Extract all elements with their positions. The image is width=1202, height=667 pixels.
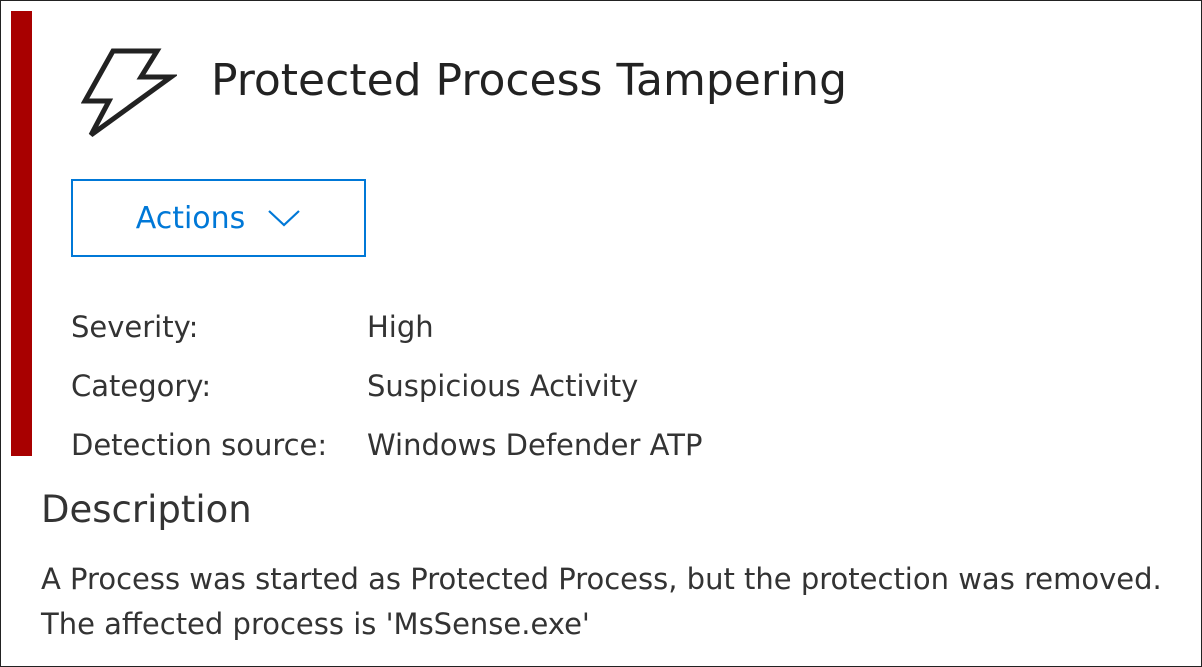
property-label: Severity:	[71, 309, 199, 344]
alert-properties: Severity: High Category: Suspicious Acti…	[71, 297, 702, 474]
lightning-bolt-icon	[81, 48, 177, 138]
property-row-detection-source: Detection source: Windows Defender ATP	[71, 415, 702, 474]
actions-button-label: Actions	[135, 200, 246, 236]
description-line: The affected process is 'MsSense.exe'	[41, 607, 590, 641]
alert-title: Protected Process Tampering	[211, 55, 848, 106]
chevron-down-icon	[268, 210, 301, 227]
property-label: Category:	[71, 368, 212, 403]
detection-source-value: Windows Defender ATP	[367, 427, 703, 462]
description-text: A Process was started as Protected Proce…	[41, 557, 1201, 647]
description-line: A Process was started as Protected Proce…	[41, 562, 1162, 596]
property-row-category: Category: Suspicious Activity	[71, 356, 702, 415]
severity-value: High	[367, 309, 434, 344]
description-heading: Description	[41, 488, 252, 531]
severity-indicator-bar	[11, 11, 32, 456]
actions-dropdown-button[interactable]: Actions	[71, 179, 366, 257]
alert-panel: Protected Process Tampering Actions Seve…	[0, 0, 1202, 667]
property-row-severity: Severity: High	[71, 297, 702, 356]
property-label: Detection source:	[71, 427, 328, 462]
category-value: Suspicious Activity	[367, 368, 639, 403]
